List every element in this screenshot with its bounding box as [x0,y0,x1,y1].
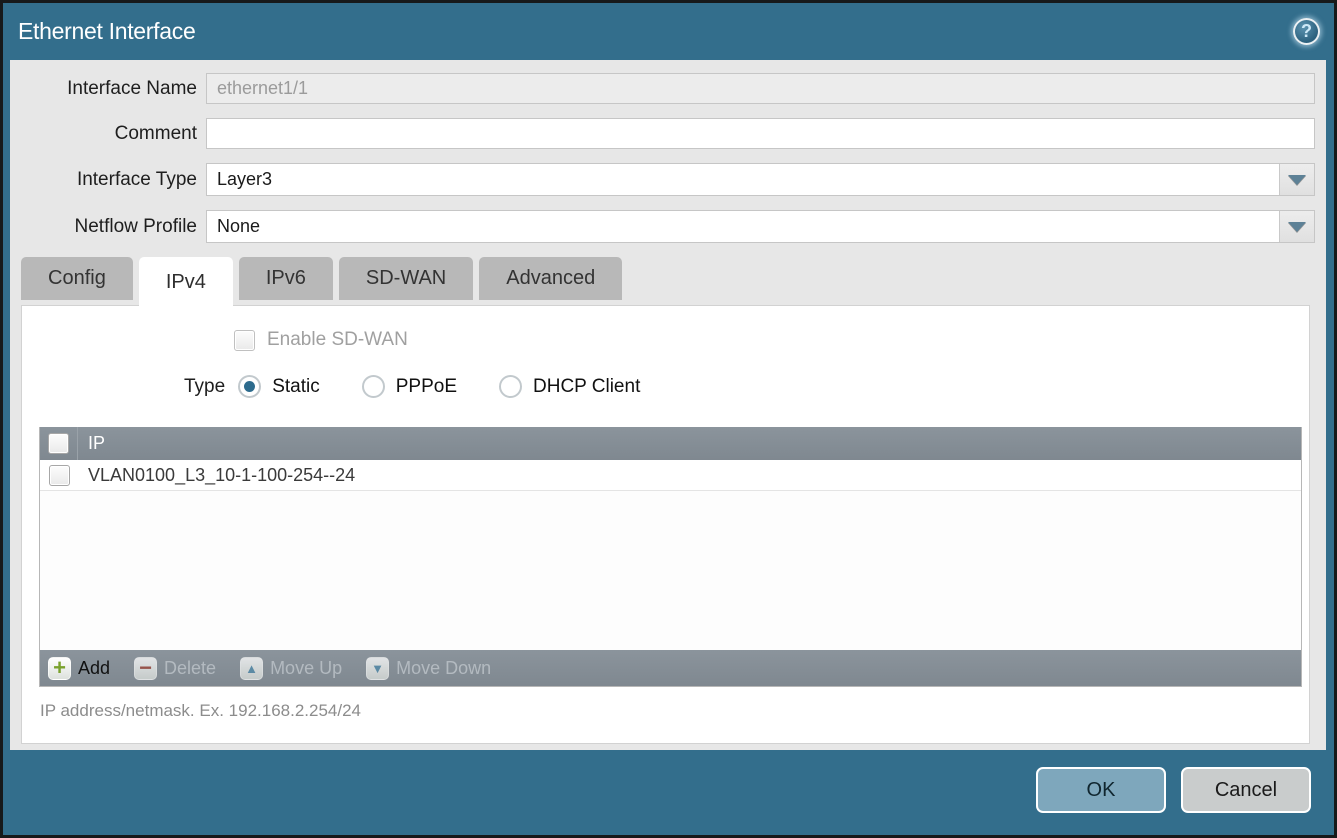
table-row[interactable]: VLAN0100_L3_10-1-100-254--24 [40,460,1301,491]
interface-name-row: Interface Name [10,73,1315,104]
move-up-button[interactable]: ▲ Move Up [240,657,342,680]
netflow-profile-label: Netflow Profile [10,216,206,238]
netflow-profile-value: None [217,216,1279,237]
row-checkbox-cell [40,465,78,486]
chevron-down-icon [1288,222,1306,232]
tab-advanced[interactable]: Advanced [479,257,622,300]
delete-button-label: Delete [164,658,216,679]
comment-field-wrap [206,118,1315,149]
table-toolbar: + Add − Delete ▲ Move Up ▼ Move Down [40,650,1301,686]
move-down-button-label: Move Down [396,658,491,679]
tab-ipv4[interactable]: IPv4 [139,257,233,307]
dialog-footer: OK Cancel [3,750,1334,835]
interface-name-input [207,74,1314,103]
ip-table: IP VLAN0100_L3_10-1-100-254--24 + Add [39,427,1302,687]
dialog-titlebar: Ethernet Interface ? [3,3,1334,60]
interface-type-value: Layer3 [217,169,1279,190]
ip-table-header: IP [40,427,1301,460]
table-empty-area [40,491,1301,650]
delete-button[interactable]: − Delete [134,657,216,680]
interface-type-label: Interface Type [10,169,206,191]
plus-icon: + [48,657,71,680]
radio-static-label: Static [272,376,320,398]
radio-dhcp-client[interactable] [499,375,522,398]
move-up-button-label: Move Up [270,658,342,679]
ip-format-hint: IP address/netmask. Ex. 192.168.2.254/24 [40,701,1309,721]
arrow-up-icon: ▲ [240,657,263,680]
ipv4-tab-panel: Enable SD-WAN Type Static PPPoE DHCP Cli… [21,305,1310,744]
comment-label: Comment [10,123,206,145]
interface-type-dropdown-button[interactable] [1279,164,1314,195]
ok-button[interactable]: OK [1036,767,1166,813]
netflow-profile-row: Netflow Profile None [10,210,1315,243]
tab-sdwan[interactable]: SD-WAN [339,257,473,300]
move-down-button[interactable]: ▼ Move Down [366,657,491,680]
netflow-profile-dropdown-button[interactable] [1279,211,1314,242]
cancel-button[interactable]: Cancel [1181,767,1311,813]
dialog-body: Interface Name Comment Interface Type La… [10,60,1326,750]
type-label: Type [184,376,225,398]
header-checkbox-cell [40,427,78,460]
select-all-checkbox[interactable] [48,433,69,454]
comment-input[interactable] [207,119,1314,148]
enable-sdwan-row: Enable SD-WAN [234,329,1309,351]
radio-static[interactable] [238,375,261,398]
help-icon[interactable]: ? [1293,18,1320,45]
comment-row: Comment [10,118,1315,149]
interface-name-label: Interface Name [10,78,206,100]
row-checkbox[interactable] [49,465,70,486]
netflow-profile-select[interactable]: None [206,210,1315,243]
radio-pppoe[interactable] [362,375,385,398]
row-ip-value: VLAN0100_L3_10-1-100-254--24 [78,465,355,486]
dialog-title: Ethernet Interface [18,18,195,45]
radio-dhcp-client-label: DHCP Client [533,376,640,398]
ip-column-header: IP [78,433,105,454]
tab-ipv6[interactable]: IPv6 [239,257,333,300]
tab-config[interactable]: Config [21,257,133,300]
add-button-label: Add [78,658,110,679]
add-button[interactable]: + Add [48,657,110,680]
type-radio-group: Type Static PPPoE DHCP Client [184,375,1309,398]
ethernet-interface-dialog: Ethernet Interface ? Interface Name Comm… [0,0,1337,838]
chevron-down-icon [1288,175,1306,185]
enable-sdwan-label: Enable SD-WAN [267,329,408,351]
interface-type-row: Interface Type Layer3 [10,163,1315,196]
radio-pppoe-label: PPPoE [396,376,457,398]
minus-icon: − [134,657,157,680]
interface-name-field-wrap [206,73,1315,104]
tab-strip: Config IPv4 IPv6 SD-WAN Advanced [21,257,1326,306]
enable-sdwan-checkbox[interactable] [234,330,255,351]
interface-type-select[interactable]: Layer3 [206,163,1315,196]
arrow-down-icon: ▼ [366,657,389,680]
